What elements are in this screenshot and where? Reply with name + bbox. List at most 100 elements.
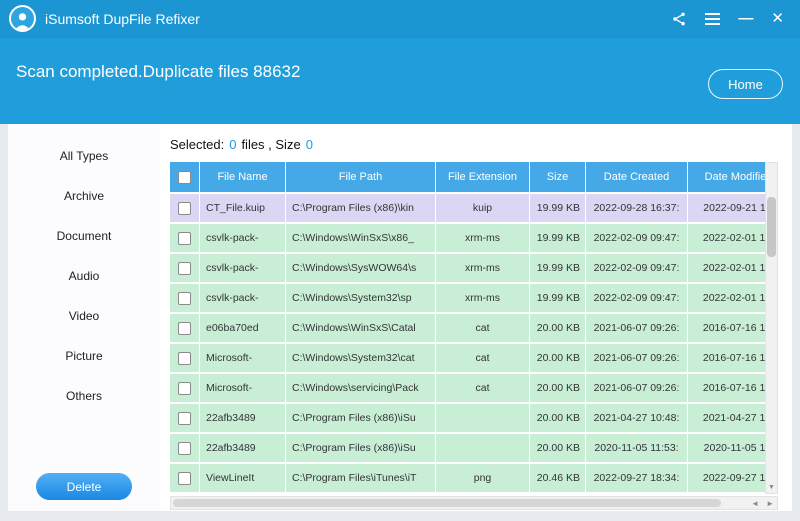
cell-date-created: 2021-06-07 09:26: xyxy=(586,344,688,374)
row-checkbox[interactable] xyxy=(178,412,191,425)
close-button[interactable]: ✕ xyxy=(771,9,784,29)
column-header-file-path[interactable]: File Path xyxy=(286,162,436,192)
table-row[interactable]: ViewLineItC:\Program Files\iTunes\iTpng2… xyxy=(170,464,765,494)
content-panel: All TypesArchiveDocumentAudioVideoPictur… xyxy=(8,124,792,511)
cell-size: 20.46 KB xyxy=(530,464,586,494)
row-checkbox-cell xyxy=(170,434,200,464)
menu-icon[interactable] xyxy=(705,9,720,29)
cell-file-name: Microsoft- xyxy=(200,344,286,374)
row-checkbox[interactable] xyxy=(178,442,191,455)
app-window: iSumsoft DupFile Refixer — ✕ Scan comple… xyxy=(0,0,800,521)
cell-date-created: 2022-02-09 09:47: xyxy=(586,224,688,254)
cell-file-extension xyxy=(436,434,530,464)
row-checkbox[interactable] xyxy=(178,202,191,215)
select-all-checkbox[interactable] xyxy=(178,171,191,184)
column-header-date-created[interactable]: Date Created xyxy=(586,162,688,192)
cell-file-name: csvlk-pack- xyxy=(200,224,286,254)
row-checkbox-cell xyxy=(170,194,200,224)
cell-file-extension: cat xyxy=(436,314,530,344)
cell-date-created: 2022-09-27 18:34: xyxy=(586,464,688,494)
column-header-file-name[interactable]: File Name xyxy=(200,162,286,192)
sidebar-item-video[interactable]: Video xyxy=(8,296,160,336)
cell-size: 20.00 KB xyxy=(530,434,586,464)
table-header: File NameFile PathFile ExtensionSizeDate… xyxy=(170,162,765,192)
select-all-cell xyxy=(170,162,200,192)
app-logo-icon xyxy=(9,5,36,32)
delete-button[interactable]: Delete xyxy=(36,473,132,500)
column-header-file-extension[interactable]: File Extension xyxy=(436,162,530,192)
cell-file-path: C:\Program Files (x86)\kin xyxy=(286,194,436,224)
cell-size: 20.00 KB xyxy=(530,344,586,374)
cell-file-extension xyxy=(436,404,530,434)
row-checkbox[interactable] xyxy=(178,232,191,245)
cell-size: 20.00 KB xyxy=(530,404,586,434)
table-row[interactable]: CT_File.kuipC:\Program Files (x86)\kinku… xyxy=(170,194,765,224)
vertical-scrollbar[interactable]: ▼ xyxy=(765,162,778,494)
cell-date-modified: 2016-07-16 12: xyxy=(688,374,765,404)
cell-file-name: CT_File.kuip xyxy=(200,194,286,224)
cell-date-modified: 2016-07-16 12: xyxy=(688,314,765,344)
header-band: Scan completed.Duplicate files 88632 Hom… xyxy=(0,37,800,124)
selected-label: Selected: xyxy=(170,137,224,152)
scroll-right-arrow-icon[interactable]: ► xyxy=(766,499,774,508)
table-row[interactable]: Microsoft-C:\Windows\System32\catcat20.0… xyxy=(170,344,765,374)
table-row[interactable]: 22afb3489C:\Program Files (x86)\iSu20.00… xyxy=(170,434,765,464)
cell-file-path: C:\Windows\System32\cat xyxy=(286,344,436,374)
sidebar-item-picture[interactable]: Picture xyxy=(8,336,160,376)
cell-date-created: 2022-02-09 09:47: xyxy=(586,254,688,284)
cell-date-created: 2022-02-09 09:47: xyxy=(586,284,688,314)
table-row[interactable]: 22afb3489C:\Program Files (x86)\iSu20.00… xyxy=(170,404,765,434)
cell-date-created: 2021-06-07 09:26: xyxy=(586,374,688,404)
horizontal-scrollbar-thumb[interactable] xyxy=(173,499,721,507)
row-checkbox[interactable] xyxy=(178,472,191,485)
row-checkbox-cell xyxy=(170,344,200,374)
cell-date-created: 2020-11-05 11:53: xyxy=(586,434,688,464)
row-checkbox-cell xyxy=(170,404,200,434)
table-row[interactable]: csvlk-pack-C:\Windows\WinSxS\x86_xrm-ms1… xyxy=(170,224,765,254)
row-checkbox[interactable] xyxy=(178,292,191,305)
row-checkbox-cell xyxy=(170,464,200,494)
row-checkbox[interactable] xyxy=(178,262,191,275)
horizontal-scroll-arrows: ◄ ► xyxy=(751,497,774,509)
cell-file-path: C:\Windows\System32\sp xyxy=(286,284,436,314)
sidebar-item-document[interactable]: Document xyxy=(8,216,160,256)
sidebar-item-others[interactable]: Others xyxy=(8,376,160,416)
scroll-down-arrow-icon[interactable]: ▼ xyxy=(766,482,777,492)
cell-file-path: C:\Windows\SysWOW64\s xyxy=(286,254,436,284)
table-row[interactable]: csvlk-pack-C:\Windows\SysWOW64\sxrm-ms19… xyxy=(170,254,765,284)
row-checkbox-cell xyxy=(170,374,200,404)
titlebar: iSumsoft DupFile Refixer — ✕ xyxy=(0,0,800,37)
cell-file-name: e06ba70ed xyxy=(200,314,286,344)
cell-date-modified: 2021-04-27 10: xyxy=(688,404,765,434)
scroll-left-arrow-icon[interactable]: ◄ xyxy=(751,499,759,508)
cell-date-modified: 2022-09-21 11: xyxy=(688,194,765,224)
minimize-button[interactable]: — xyxy=(738,9,753,29)
cell-date-created: 2021-04-27 10:48: xyxy=(586,404,688,434)
cell-date-modified: 2022-09-27 18: xyxy=(688,464,765,494)
cell-file-extension: xrm-ms xyxy=(436,284,530,314)
sidebar-item-archive[interactable]: Archive xyxy=(8,176,160,216)
table-body: CT_File.kuipC:\Program Files (x86)\kinku… xyxy=(170,194,765,494)
row-checkbox-cell xyxy=(170,254,200,284)
row-checkbox[interactable] xyxy=(178,382,191,395)
cell-date-modified: 2022-02-01 12: xyxy=(688,224,765,254)
home-button[interactable]: Home xyxy=(708,69,783,99)
cell-file-name: csvlk-pack- xyxy=(200,254,286,284)
table-row[interactable]: csvlk-pack-C:\Windows\System32\spxrm-ms1… xyxy=(170,284,765,314)
cell-size: 20.00 KB xyxy=(530,374,586,404)
cell-file-path: C:\Windows\servicing\Pack xyxy=(286,374,436,404)
horizontal-scrollbar[interactable]: ◄ ► xyxy=(170,496,778,510)
row-checkbox[interactable] xyxy=(178,322,191,335)
vertical-scrollbar-thumb[interactable] xyxy=(767,197,776,257)
sidebar-item-audio[interactable]: Audio xyxy=(8,256,160,296)
cell-file-extension: xrm-ms xyxy=(436,254,530,284)
table-row[interactable]: e06ba70edC:\Windows\WinSxS\Catalcat20.00… xyxy=(170,314,765,344)
cell-file-path: C:\Program Files\iTunes\iT xyxy=(286,464,436,494)
row-checkbox[interactable] xyxy=(178,352,191,365)
column-header-size[interactable]: Size xyxy=(530,162,586,192)
cell-size: 19.99 KB xyxy=(530,224,586,254)
sidebar-item-all-types[interactable]: All Types xyxy=(8,136,160,176)
column-header-date-modified[interactable]: Date Modified xyxy=(688,162,765,192)
share-icon[interactable] xyxy=(671,9,687,29)
table-row[interactable]: Microsoft-C:\Windows\servicing\Packcat20… xyxy=(170,374,765,404)
